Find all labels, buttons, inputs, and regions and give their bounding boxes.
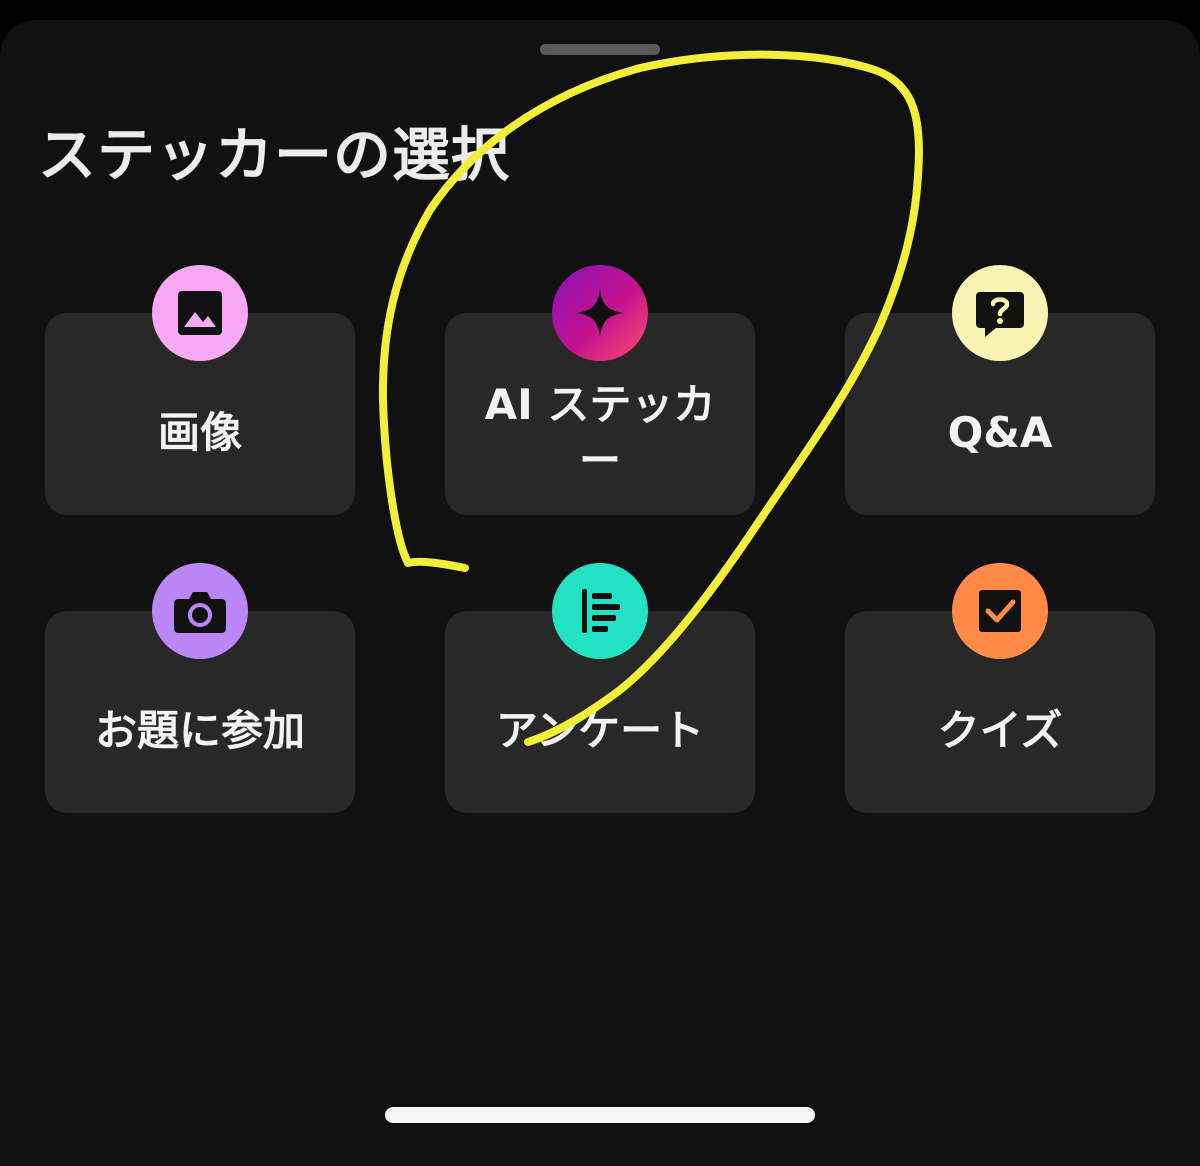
question-bubble-icon [952, 265, 1048, 361]
home-indicator [385, 1107, 815, 1123]
checkbox-icon [952, 563, 1048, 659]
sticker-option-label: 画像 [157, 408, 242, 457]
sheet-title: ステッカーの選択 [38, 121, 511, 189]
sticker-option-label: クイズ [937, 706, 1063, 755]
image-icon [152, 265, 248, 361]
sticker-option-label: お題に参加 [94, 706, 305, 755]
sticker-option-label: Q&A [947, 408, 1053, 457]
sticker-option-label: アンケート [495, 706, 705, 755]
sheet-grabber-handle[interactable] [540, 44, 660, 55]
sticker-option-label: AI ステッカー [484, 380, 716, 485]
poll-icon [552, 563, 648, 659]
camera-icon [152, 563, 248, 659]
sparkle-icon [552, 265, 648, 361]
